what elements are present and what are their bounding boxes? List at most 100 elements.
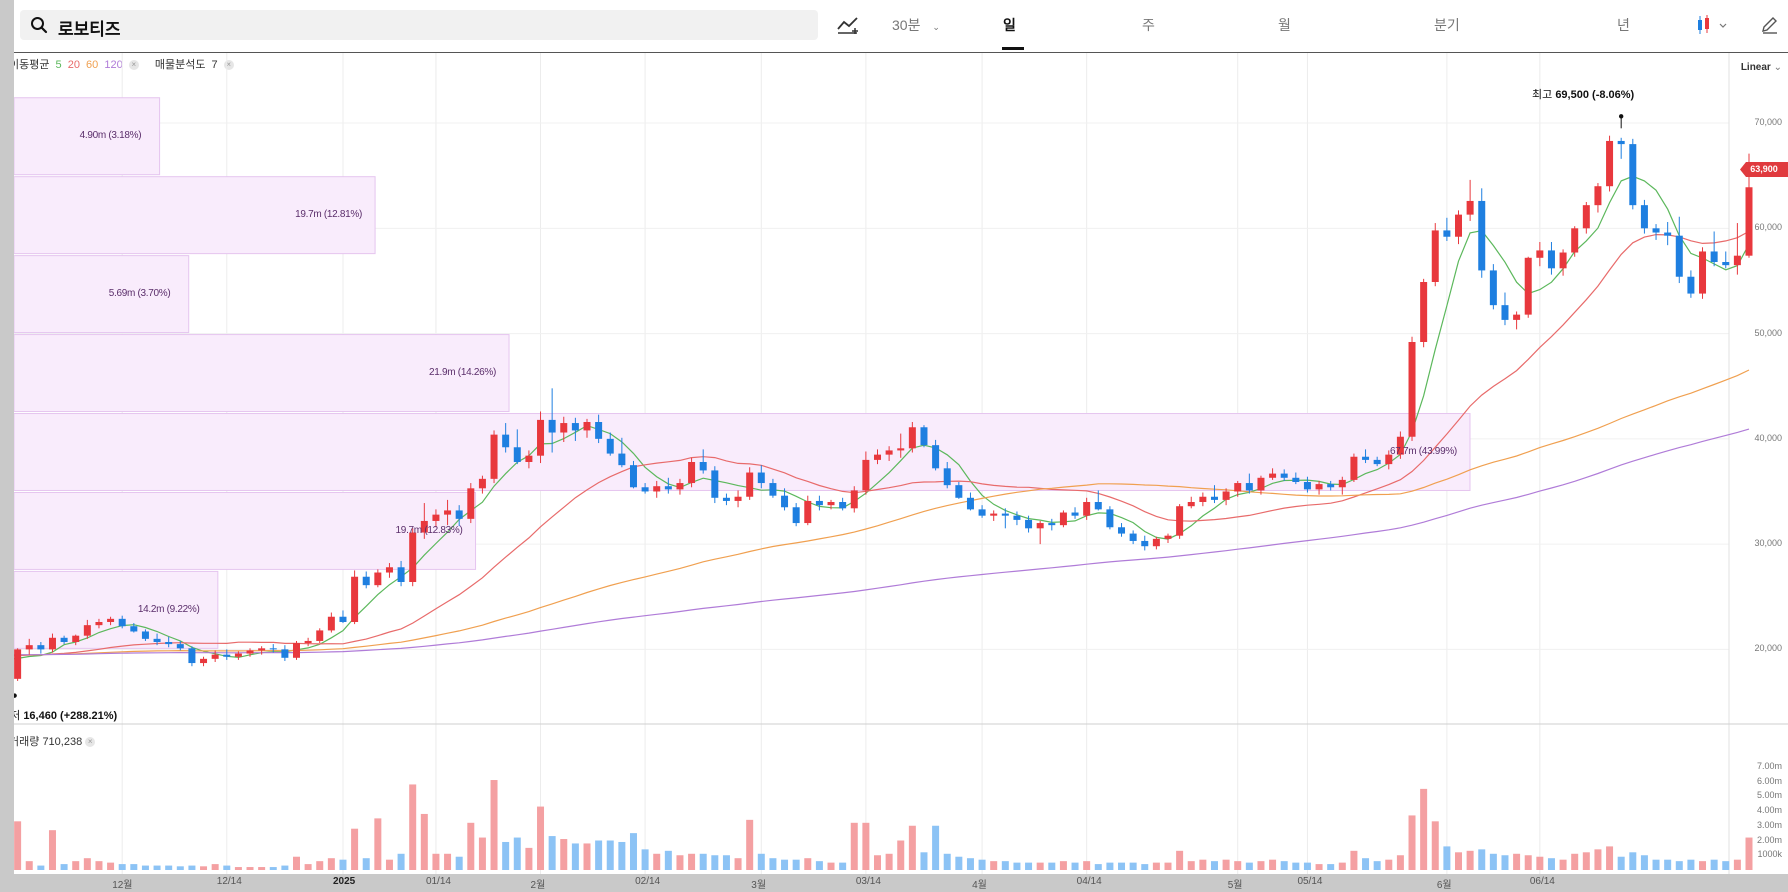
candle-body [699, 462, 707, 471]
interval-dropdown[interactable]: 30분 ⌄ [892, 15, 940, 35]
candle-body [1176, 506, 1184, 536]
active-tab-indicator [1002, 47, 1024, 50]
candle-body [1141, 540, 1149, 547]
candle-body [327, 616, 335, 631]
candle-body [1640, 205, 1648, 229]
candle-type-icon[interactable] [1696, 14, 1730, 36]
y-tick-label: 30,000 [1754, 538, 1782, 549]
volume-bar [1443, 846, 1451, 870]
volume-bar [223, 865, 231, 870]
candle-body [48, 637, 56, 650]
volume-profile-label: 5.69m (3.70%) [108, 288, 171, 300]
candle-body [1152, 538, 1160, 547]
volume-bar [676, 855, 684, 870]
volume-bar [141, 865, 149, 870]
candle-body [862, 459, 870, 491]
volume-bar [14, 821, 22, 870]
candle-body [211, 654, 219, 659]
candle-body [1594, 186, 1602, 206]
high-label: 최고 69,500 (-8.06%) [1532, 86, 1634, 102]
search-box[interactable]: 로보티즈 [20, 10, 818, 40]
candle-body [1466, 200, 1474, 215]
tab-day[interactable]: 일 [1003, 15, 1016, 35]
candle-body [1733, 255, 1741, 266]
volume-bar [327, 858, 335, 870]
candle-body [246, 650, 254, 654]
volume-bar [281, 865, 289, 870]
candle-body [1629, 144, 1637, 206]
close-volume-icon[interactable]: × [85, 737, 96, 748]
volume-bar [107, 862, 115, 870]
volume-bar [1617, 856, 1625, 870]
y-tick-label: 50,000 [1754, 327, 1782, 338]
candle-body [467, 488, 475, 519]
candle-body [560, 423, 568, 433]
volume-bar [653, 853, 661, 870]
x-tick-label: 01/14 [425, 876, 451, 887]
candle-body [1338, 479, 1346, 488]
volume-bar [83, 858, 91, 870]
volume-bar [827, 862, 835, 870]
tab-quarter[interactable]: 분기 [1434, 15, 1460, 35]
tab-week[interactable]: 주 [1142, 15, 1155, 35]
volume-bar [1106, 862, 1114, 870]
high-marker-dot [1618, 114, 1624, 119]
pencil-icon[interactable] [1760, 15, 1780, 35]
volume-bar [1303, 862, 1311, 870]
volume-bar [781, 859, 789, 870]
price-chart[interactable] [14, 53, 1788, 875]
candle-body [1234, 483, 1242, 492]
candle-body [1745, 187, 1753, 256]
volume-tick-label: 3.00m [1756, 819, 1782, 830]
volume-bar [1478, 849, 1486, 870]
volume-bar [502, 841, 510, 870]
tab-month[interactable]: 월 [1278, 15, 1291, 35]
candle-body [746, 472, 754, 497]
candle-body [1303, 482, 1311, 490]
candle-body [966, 497, 974, 510]
candle-body [95, 622, 103, 626]
y-tick-label: 70,000 [1754, 117, 1782, 128]
volume-bar [943, 853, 951, 870]
volume-profile-label: 19.7m (12.83%) [395, 524, 463, 536]
volume-bar [862, 822, 870, 870]
volume-bar [397, 853, 405, 870]
candle-body [1350, 456, 1358, 480]
volume-bar [1071, 862, 1079, 870]
volume-bar [1606, 846, 1614, 870]
candle-body [1269, 473, 1277, 478]
candle-body [897, 448, 905, 451]
x-tick-label: 2월 [530, 880, 546, 891]
indicator-add-icon[interactable] [836, 15, 862, 35]
candle-body [118, 618, 126, 627]
volume-bar [72, 861, 80, 870]
volume-bar [1292, 862, 1300, 870]
volume-bar [711, 855, 719, 870]
volume-bar [130, 864, 138, 870]
tab-year[interactable]: 년 [1617, 15, 1630, 35]
x-tick-label: 6월 [1436, 880, 1452, 891]
candle-body [1606, 140, 1614, 187]
y-tick-label: 40,000 [1754, 432, 1782, 443]
volume-legend: 거래량 710,238 × [14, 733, 96, 749]
candle-body [1675, 235, 1683, 277]
volume-bar [1431, 821, 1439, 870]
candle-body [618, 453, 626, 466]
candle-body [455, 510, 463, 519]
y-tick-label: 60,000 [1754, 222, 1782, 233]
volume-bar [1385, 859, 1393, 870]
candle-body [943, 468, 951, 486]
candle-body [165, 642, 173, 645]
volume-bar [1013, 862, 1021, 870]
low-value: 16,460 [23, 710, 57, 722]
volume-tick-label: 6.00m [1756, 775, 1782, 786]
candle-body [188, 648, 196, 664]
volume-bar [1118, 862, 1126, 870]
volume-bar [629, 833, 637, 870]
candle-body [990, 513, 998, 516]
volume-bar [118, 864, 126, 870]
x-tick-label: 03/14 [855, 876, 881, 887]
volume-bar [1257, 861, 1265, 870]
candle-body [1222, 491, 1230, 500]
candle-body [351, 576, 359, 622]
